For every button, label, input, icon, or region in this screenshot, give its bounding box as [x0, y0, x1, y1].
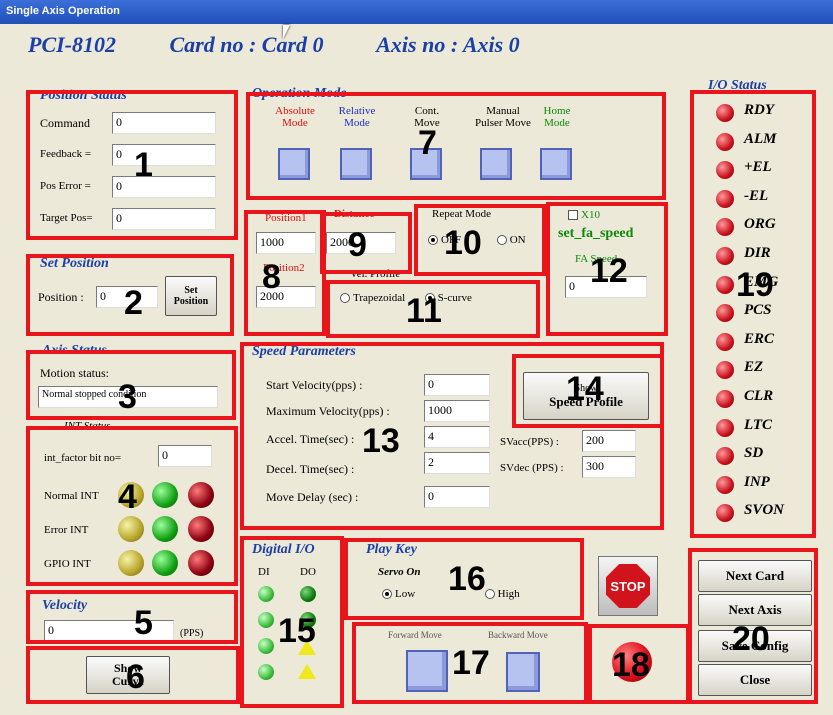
annotation-number-8: 8 — [262, 258, 281, 296]
annotation-number-5: 5 — [134, 604, 153, 642]
axis-number: Axis no : Axis 0 — [376, 32, 520, 57]
annotation-number-10: 10 — [444, 224, 482, 262]
annotation-number-19: 19 — [736, 266, 774, 304]
stop-sign-icon: STOP — [606, 564, 650, 608]
annotation-number-15: 15 — [278, 612, 316, 650]
annotation-box-1 — [26, 90, 238, 240]
annotation-number-7: 7 — [418, 124, 437, 162]
stop-button[interactable]: STOP — [598, 556, 658, 616]
card-number: Card no : Card 0 — [169, 32, 324, 57]
annotation-box-5 — [26, 590, 238, 644]
annotation-number-17: 17 — [452, 644, 490, 682]
annotation-number-9: 9 — [348, 226, 367, 264]
annotation-number-16: 16 — [448, 560, 486, 598]
page-header: PCI-8102 Card no : Card 0 Axis no : Axis… — [28, 32, 568, 58]
annotation-number-18: 18 — [612, 646, 650, 684]
annotation-number-6: 6 — [126, 658, 145, 696]
annotation-number-13: 13 — [362, 422, 400, 460]
annotation-number-4: 4 — [118, 478, 137, 516]
annotation-number-11: 11 — [406, 292, 442, 330]
annotation-number-14: 14 — [566, 370, 604, 408]
annotation-box-7 — [246, 92, 666, 200]
annotation-number-20: 20 — [732, 620, 770, 658]
annotation-number-3: 3 — [118, 378, 137, 416]
annotation-number-2: 2 — [124, 284, 143, 322]
annotation-box-8 — [244, 210, 326, 336]
window-titlebar: Single Axis Operation — [0, 0, 833, 24]
annotation-box-19 — [690, 90, 816, 538]
annotation-number-1: 1 — [134, 146, 153, 184]
card-model: PCI-8102 — [28, 32, 116, 57]
annotation-number-12: 12 — [590, 252, 628, 290]
